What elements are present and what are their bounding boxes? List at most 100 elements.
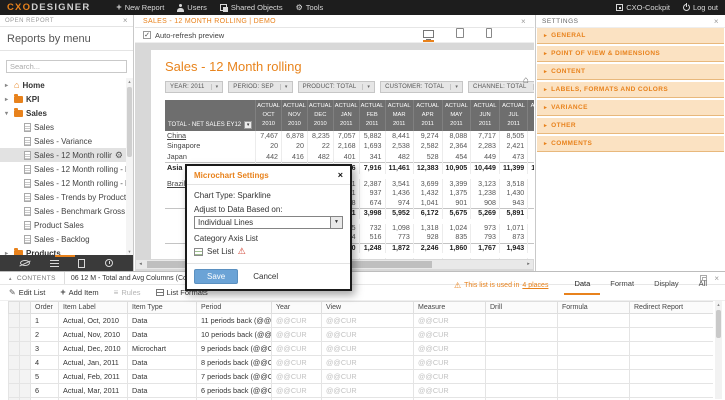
toolbar-edit-list[interactable]: ✎ Edit List	[9, 288, 45, 297]
settings-section-labels-formats-and-colors[interactable]: ▸ LABELS, FORMATS AND COLORS	[537, 82, 724, 98]
phone-preview-button[interactable]	[486, 28, 492, 42]
close-icon[interactable]: ×	[123, 16, 128, 25]
col-header-year[interactable]: Year	[271, 301, 322, 314]
tree-item-sales-backlog[interactable]: Sales - Backlog	[0, 232, 126, 246]
settings-section-other[interactable]: ▸ OTHER	[537, 118, 724, 134]
tree-item-sales-12-month-rolling-by-chan[interactable]: Sales - 12 Month rolling - by Chan...	[0, 176, 126, 190]
tree-item-sales-trends-by-product-and-cu[interactable]: Sales - Trends by Product and Cu...	[0, 190, 126, 204]
tab-display[interactable]: Display	[644, 276, 689, 295]
desktop-preview-button[interactable]	[423, 29, 434, 43]
close-settings-icon[interactable]: ×	[714, 17, 719, 26]
history-clock-icon[interactable]	[105, 259, 114, 267]
data-cell: 1,231	[527, 223, 534, 234]
filter-product[interactable]: PRODUCT: TOTAL ▾	[297, 81, 376, 93]
tab-data[interactable]: Data	[564, 276, 601, 295]
tree-item-sales[interactable]: Sales	[0, 120, 126, 134]
hide-preview-icon[interactable]	[19, 260, 30, 266]
topbar-cxo-cockpit[interactable]: CXO-Cockpit	[616, 3, 670, 12]
home-icon[interactable]: ⌂	[523, 75, 529, 86]
chevron-down-icon[interactable]: ▾	[5, 110, 11, 117]
document-icon[interactable]	[78, 258, 86, 268]
tree-item-product-sales[interactable]: Product Sales	[0, 218, 126, 232]
list-table-scrollbar[interactable]: ▲	[715, 301, 722, 399]
settings-section-content[interactable]: ▸ CONTENT	[537, 64, 724, 80]
filter-year[interactable]: YEAR: 2011 ▾	[165, 81, 224, 93]
list-item-row[interactable]: 1 Actual, Oct, 2010 Data 11 periods back (@…	[8, 313, 713, 328]
data-cell: 937	[358, 189, 386, 199]
v-scroll-thumb[interactable]	[716, 310, 721, 338]
col-header-period[interactable]: Period	[196, 301, 272, 314]
tree-item-sales-variance[interactable]: Sales - Variance	[0, 134, 126, 148]
tree-item-products[interactable]: ▸ Products	[0, 246, 126, 255]
warning-link[interactable]: 4 places	[522, 282, 548, 289]
search-input[interactable]	[6, 60, 127, 73]
contents-tab[interactable]: ▲ CONTENTS	[0, 272, 65, 284]
chevron-right-icon[interactable]: ▸	[5, 82, 11, 89]
data-cell: 1,248	[358, 242, 386, 254]
settings-section-point-of-view-dimensions[interactable]: ▸ POINT OF VIEW & DIMENSIONS	[537, 46, 724, 62]
tab-all[interactable]: All	[689, 276, 717, 295]
tablet-preview-button[interactable]	[456, 28, 464, 42]
scroll-up-icon[interactable]: ▲	[715, 301, 722, 308]
menu-tools[interactable]: ⚙ Tools	[296, 3, 324, 12]
settings-section-comments[interactable]: ▸ COMMENTS	[537, 136, 724, 152]
col-header-order[interactable]: Order	[30, 301, 59, 314]
list-view-icon[interactable]	[49, 259, 59, 267]
cancel-button[interactable]: Cancel	[253, 272, 278, 281]
chart-type-label: Chart Type: Sparkline	[194, 191, 271, 200]
scroll-right-icon[interactable]: ▸	[524, 260, 533, 269]
col-header-item-label[interactable]: Item Label	[58, 301, 128, 314]
menu-shared-objects[interactable]: Shared Objects	[219, 3, 283, 12]
list-item-row[interactable]: 3 Actual, Dec, 2010 Microchart 9 periods ba…	[8, 341, 713, 356]
tab-format[interactable]: Format	[600, 276, 644, 295]
col-header-item-type[interactable]: Item Type	[127, 301, 197, 314]
col-header-measure[interactable]: Measure	[413, 301, 486, 314]
tree-item-sales-12-month-rolling[interactable]: Sales - 12 Month rolling ⚙	[0, 148, 126, 162]
save-button[interactable]: Save	[194, 269, 239, 284]
member-select-icon[interactable]: ▾	[244, 120, 253, 129]
scroll-down-icon[interactable]: ▼	[126, 248, 133, 255]
menu-users[interactable]: Users	[177, 3, 207, 12]
col-header-drill[interactable]: Drill	[485, 301, 558, 314]
col-header-view[interactable]: View	[321, 301, 414, 314]
tree-scrollbar[interactable]: ▲ ▼	[126, 78, 133, 255]
filter-customer[interactable]: CUSTOMER: TOTAL ▾	[380, 81, 464, 93]
toolbar-label: Add Item	[68, 288, 99, 297]
list-item-row[interactable]: 5 Actual, Feb, 2011 Data 7 periods back (@@…	[8, 369, 713, 384]
menu-new-report[interactable]: + New Report	[116, 3, 164, 13]
settings-section-variance[interactable]: ▸ VARIANCE	[537, 100, 724, 116]
item-settings-gear-icon[interactable]: ⚙	[115, 150, 126, 161]
list-cell: Actual, Nov, 2010	[58, 327, 128, 342]
tree-item-sales-12-month-rolling-by-cust[interactable]: Sales - 12 Month rolling - by Cust...	[0, 162, 126, 176]
chevron-right-icon[interactable]: ▸	[5, 96, 11, 103]
list-item-row[interactable]: 6 Actual, Mar, 2011 Data 6 periods back (@@…	[8, 383, 713, 398]
list-item-row[interactable]: 4 Actual, Jan, 2011 Data 8 periods back (@@…	[8, 355, 713, 370]
report-icon	[24, 178, 31, 188]
col-header-redirect-report[interactable]: Redirect Report	[629, 301, 713, 314]
tree-item-kpi[interactable]: ▸ KPI	[0, 92, 126, 106]
topbar-log-out[interactable]: Log out	[682, 3, 718, 12]
list-item-row[interactable]: 2 Actual, Nov, 2010 Data 10 periods back (@…	[8, 327, 713, 342]
adjust-data-select[interactable]: Individual Lines ▼	[194, 216, 343, 229]
tree-item-sales[interactable]: ▾ Sales	[0, 106, 126, 120]
tree-item-home[interactable]: ▸ ⌂ Home	[0, 78, 126, 92]
autorefresh-checkbox[interactable]: ✓	[143, 31, 151, 39]
list-cell: @@CUR	[271, 355, 322, 370]
settings-section-general[interactable]: ▸ GENERAL	[537, 28, 724, 44]
close-dialog-icon[interactable]: ×	[338, 170, 343, 180]
row-label[interactable]: China	[165, 131, 256, 142]
col-header-formula[interactable]: Formula	[557, 301, 630, 314]
column-header-line: 2010	[288, 120, 301, 127]
tree-item-sales-benchmark-gross-margin[interactable]: Sales - Benchmark Gross Margin ...	[0, 204, 126, 218]
filter-period[interactable]: PERIOD: SEP ▾	[228, 81, 293, 93]
scroll-up-icon[interactable]: ▲	[126, 78, 133, 85]
scroll-left-icon[interactable]: ◂	[136, 260, 145, 269]
chevron-down-icon[interactable]: ▼	[330, 217, 342, 228]
set-list-link[interactable]: Set List	[207, 247, 234, 256]
close-report-icon[interactable]: ×	[521, 17, 526, 26]
data-cell: 633	[358, 258, 386, 259]
scroll-thumb[interactable]	[127, 87, 132, 157]
column-header-line: ACTUAL	[308, 103, 332, 109]
toolbar-add-item[interactable]: + Add Item	[60, 288, 99, 298]
column-header: ACTUAL MAR 2011	[384, 100, 414, 131]
